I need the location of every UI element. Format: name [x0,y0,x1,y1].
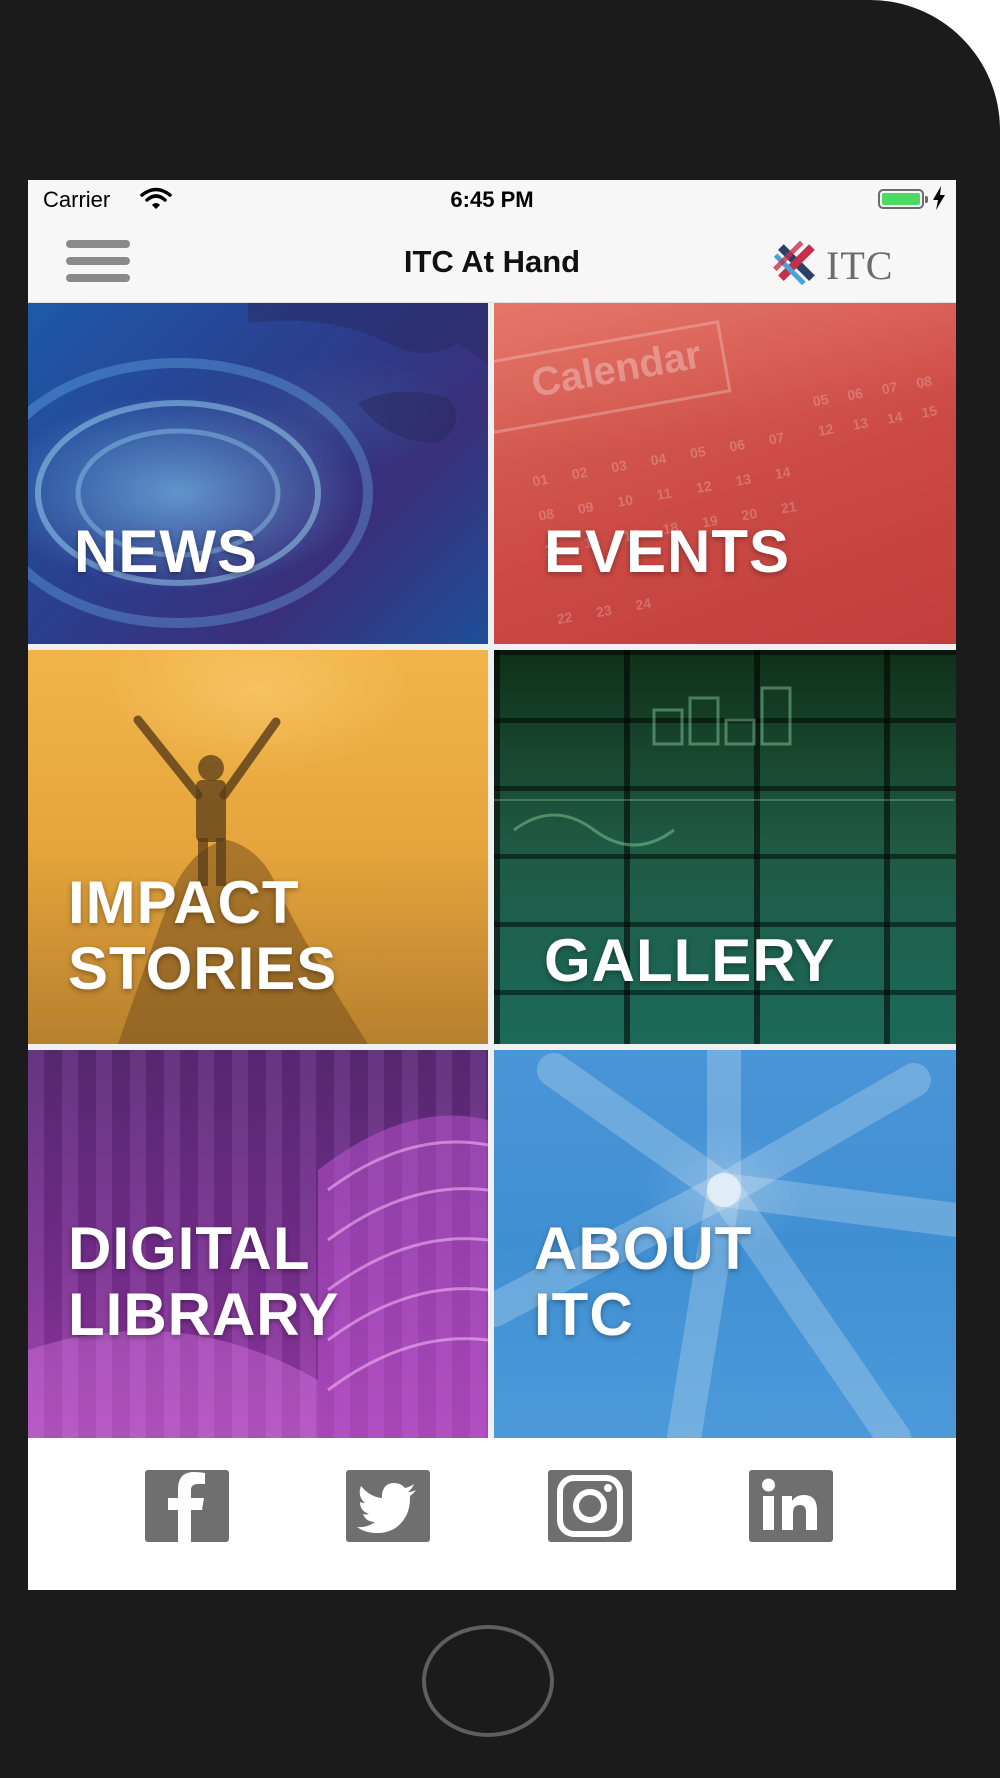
tile-news[interactable]: NEWS [28,303,488,644]
svg-text:10: 10 [616,491,634,509]
calendar-word-decor: Calendar [528,333,704,406]
tile-library-label: DIGITAL LIBRARY [68,1215,340,1348]
svg-text:14: 14 [774,464,792,482]
facebook-glyph [168,1472,205,1542]
svg-text:04: 04 [649,450,667,468]
tile-events[interactable]: 01 02 03 04 05 06 07 08 09 10 11 12 13 14 15 16 17 18 19… [494,303,956,644]
itc-logo-text: ITC [826,243,894,288]
svg-text:21: 21 [780,498,798,516]
svg-text:22: 22 [555,609,573,627]
facebook-icon[interactable] [145,1470,229,1542]
battery-tip [925,196,928,203]
home-button[interactable] [422,1625,554,1737]
svg-text:12: 12 [695,477,713,495]
globe-decor-icon [28,303,488,628]
charging-bolt-icon [933,186,945,210]
svg-text:12: 12 [817,420,835,438]
svg-text:24: 24 [634,595,652,613]
svg-text:23: 23 [595,602,613,620]
svg-text:03: 03 [610,457,628,475]
svg-text:13: 13 [734,470,752,488]
instagram-icon[interactable] [548,1470,632,1542]
svg-text:06: 06 [728,436,746,454]
svg-text:01: 01 [531,471,549,489]
linkedin-glyph [762,1478,817,1530]
tile-impact-stories[interactable]: IMPACT STORIES [28,650,488,1044]
device-frame: Carrier 6:45 PM ITC At Hand ITC NEWS 01 … [0,0,1000,1778]
status-bar: Carrier 6:45 PM [28,180,956,220]
tile-digital-library[interactable]: DIGITAL LIBRARY [28,1050,488,1438]
tile-news-label: NEWS [74,518,258,585]
battery-icon [878,189,928,209]
tile-impact-label: IMPACT STORIES [68,869,338,1002]
twitter-icon[interactable] [346,1470,430,1542]
calendar-word: Calendar [528,333,704,406]
svg-text:05: 05 [689,443,707,461]
svg-text:09: 09 [577,498,595,516]
tile-gallery-label: GALLERY [544,927,836,994]
twitter-glyph [357,1483,416,1533]
menu-tile-grid: NEWS 01 02 03 04 05 06 07 08 09 10 11 12 13 14 15 16 1… [28,303,956,1438]
tile-about-label: ABOUT ITC [534,1215,753,1348]
tile-events-label: EVENTS [544,518,791,585]
svg-text:07: 07 [768,429,786,447]
tile-gallery[interactable]: GALLERY [494,650,956,1044]
svg-text:11: 11 [655,485,673,503]
linkedin-icon[interactable] [749,1470,833,1542]
svg-text:02: 02 [571,464,589,482]
tile-about-itc[interactable]: ABOUT ITC [494,1050,956,1438]
itc-logo-mark-icon [773,240,815,286]
itc-logo: ITC [766,236,916,292]
nav-bar: ITC At Hand ITC [28,220,956,303]
battery-fill [882,193,920,205]
app-screen: Carrier 6:45 PM ITC At Hand ITC NEWS 01 … [28,180,956,1590]
social-links-bar [28,1438,956,1590]
instagram-glyph [557,1475,623,1537]
status-time: 6:45 PM [450,187,534,212]
